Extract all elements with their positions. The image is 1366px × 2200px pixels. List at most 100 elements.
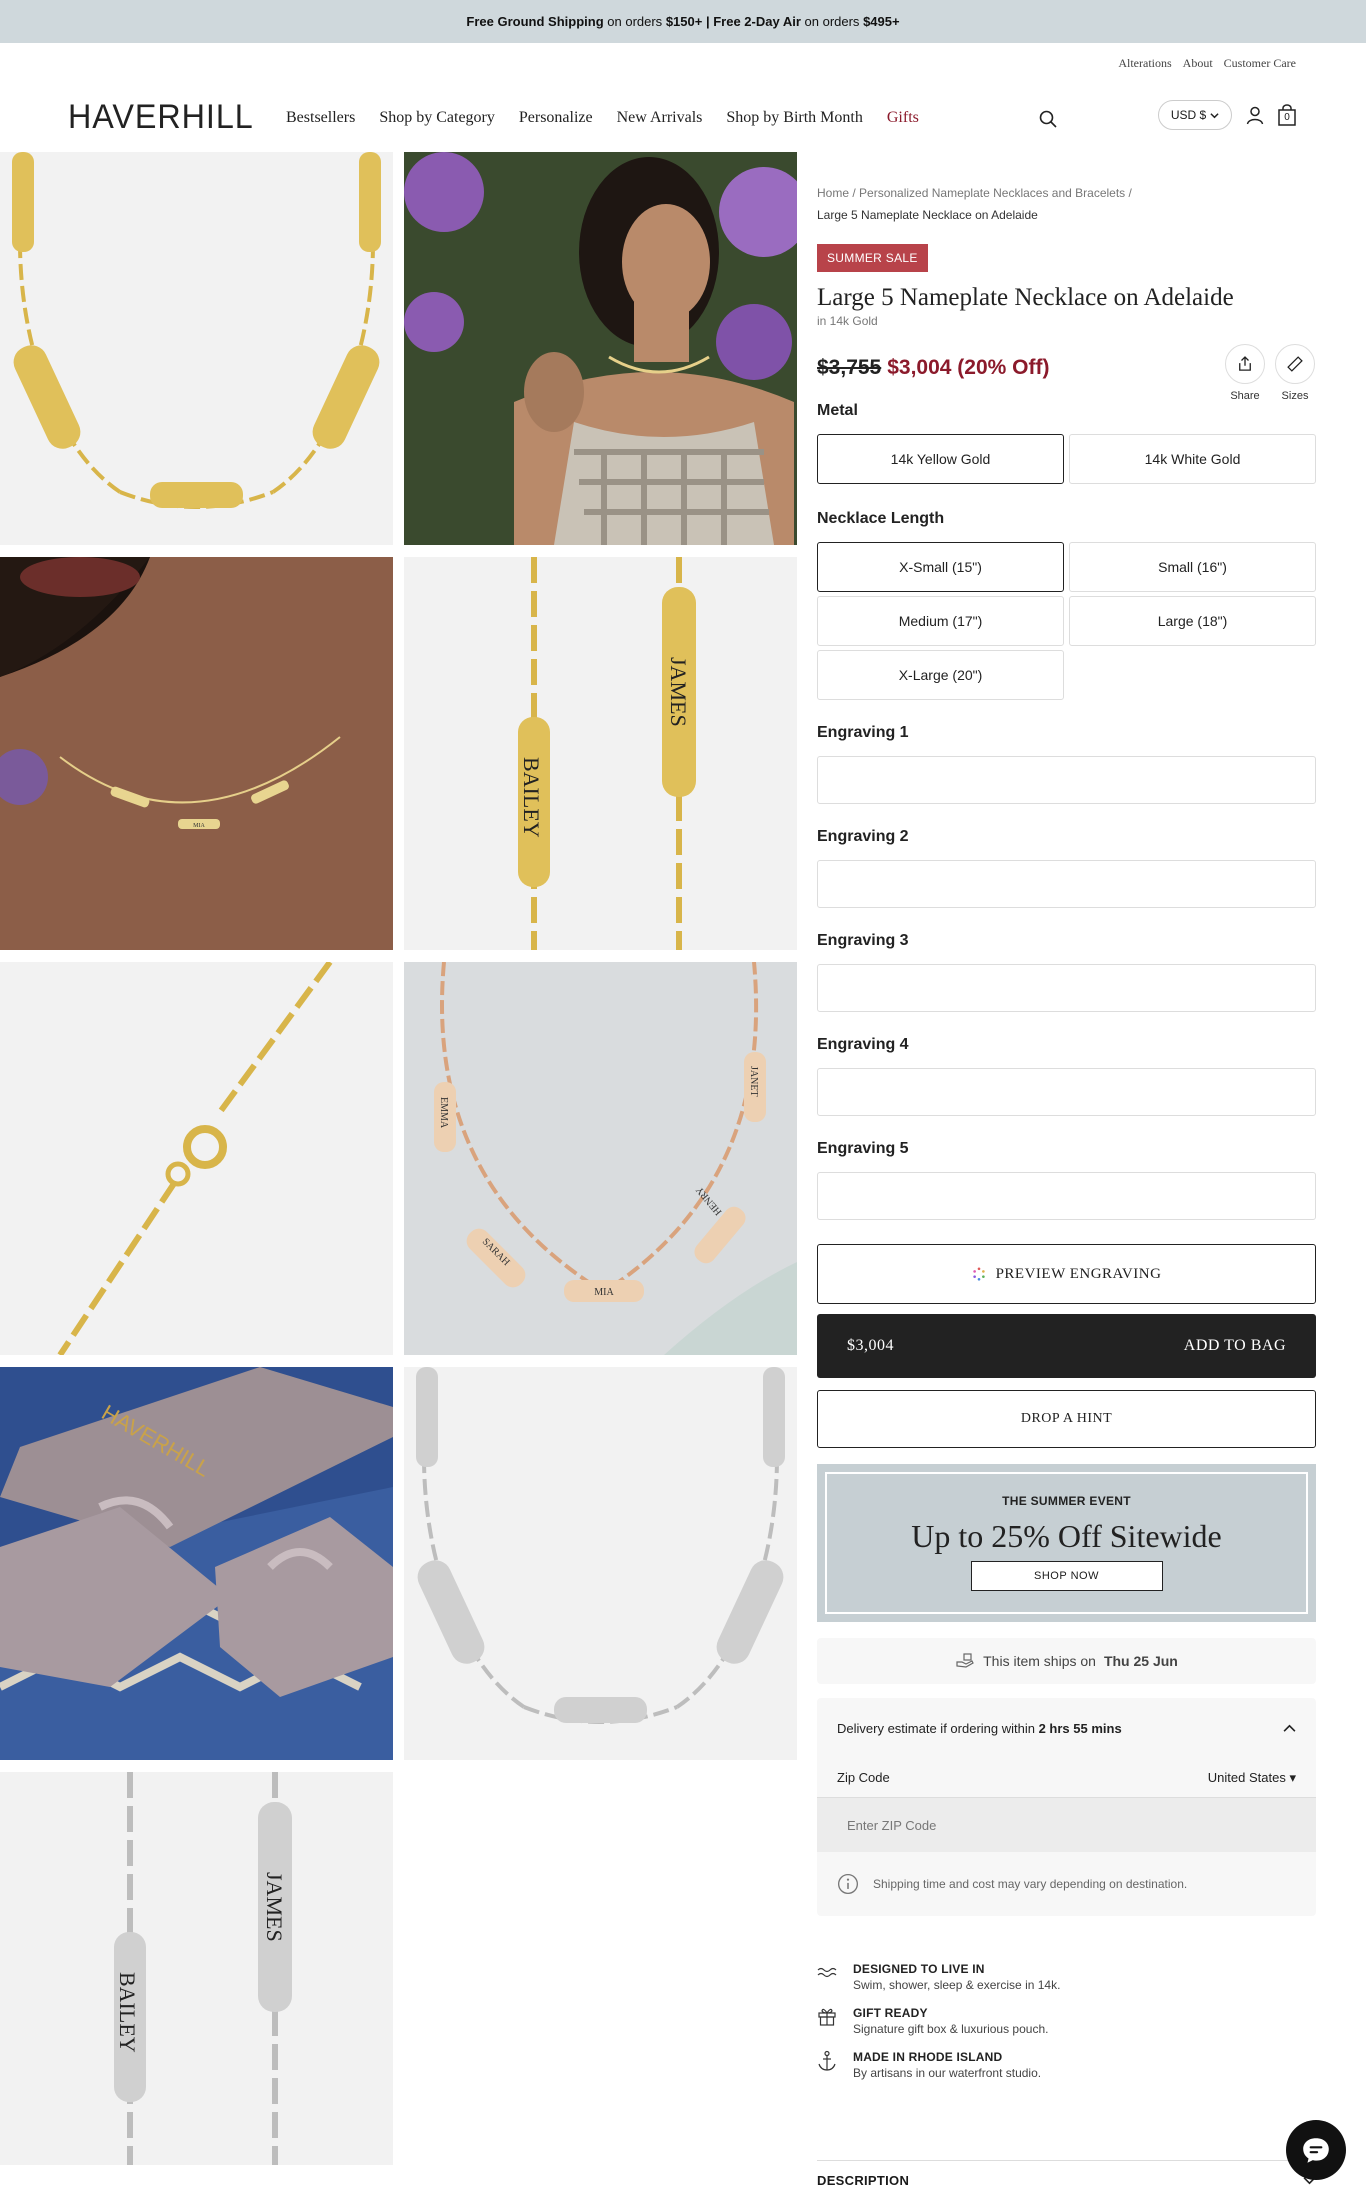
length-option-large[interactable]: Large (18"): [1069, 596, 1316, 646]
zip-label: Zip Code: [837, 1770, 890, 1785]
sizes-button[interactable]: [1275, 344, 1315, 384]
product-title: Large 5 Nameplate Necklace on Adelaide: [817, 284, 1234, 311]
engraving-3-label: Engraving 3: [817, 932, 909, 949]
zip-row: Zip Code United States ▾: [817, 1758, 1316, 1798]
feature-3-title: MADE IN RHODE ISLAND: [853, 2050, 1003, 2064]
feature-1-desc: Swim, shower, sleep & exercise in 14k.: [853, 1978, 1061, 1992]
engraving-4-input[interactable]: [817, 1068, 1316, 1116]
ships-text: This item ships on: [983, 1653, 1096, 1669]
utility-link-about[interactable]: About: [1183, 56, 1213, 71]
nav-bestsellers[interactable]: Bestsellers: [286, 109, 355, 127]
gallery-image-silver-flat[interactable]: [404, 1367, 797, 1760]
info-icon: [837, 1873, 859, 1895]
announcement-separator: |: [705, 14, 710, 29]
engraving-2-input[interactable]: [817, 860, 1316, 908]
engraving-1-input[interactable]: [817, 756, 1316, 804]
nav-personalize[interactable]: Personalize: [519, 109, 593, 127]
utility-link-customer-care[interactable]: Customer Care: [1224, 56, 1296, 71]
length-options: X-Small (15") Small (16") Medium (17") L…: [817, 542, 1316, 700]
price-sale: $3,004 (20% Off): [887, 356, 1050, 379]
description-label: DESCRIPTION: [817, 2173, 910, 2188]
preview-engraving-label: PREVIEW ENGRAVING: [995, 1265, 1162, 1282]
gallery-image-silver-pendants[interactable]: BAILEY JAMES: [0, 1772, 393, 2165]
promo-kicker: THE SUMMER EVENT: [1002, 1494, 1131, 1508]
gallery-image-rose-gold-linen[interactable]: EMMA JANET SARAH MIA HENRY: [404, 962, 797, 1355]
engraving-3-input[interactable]: [817, 964, 1316, 1012]
announcement-shipping-amount: $150+: [665, 14, 703, 29]
country-select[interactable]: United States ▾: [1208, 1770, 1296, 1786]
length-option-medium[interactable]: Medium (17"): [817, 596, 1064, 646]
breadcrumb-home[interactable]: Home: [817, 186, 849, 200]
pendant-engraving-james: JAMES: [666, 657, 691, 727]
breadcrumb-current: Large 5 Nameplate Necklace on Adelaide: [817, 208, 1038, 222]
length-option-xsmall[interactable]: X-Small (15"): [817, 542, 1064, 592]
gallery-image-clasp[interactable]: [0, 962, 393, 1355]
product-subtitle: in 14k Gold: [817, 314, 878, 328]
length-option-xlarge[interactable]: X-Large (20"): [817, 650, 1064, 700]
metal-option-white-gold[interactable]: 14k White Gold: [1069, 434, 1316, 484]
brand-logo[interactable]: HAVERHILL: [68, 98, 254, 137]
engraving-1-label: Engraving 1: [817, 724, 909, 741]
currency-label: USD $: [1170, 108, 1207, 122]
breadcrumb: Home / Personalized Nameplate Necklaces …: [817, 186, 1132, 222]
share-icon: [1239, 356, 1251, 371]
main-header: HAVERHILL Bestsellers Shop by Category P…: [0, 95, 1366, 145]
anchor-icon: [818, 2050, 836, 2071]
nav-gifts[interactable]: Gifts: [887, 109, 919, 127]
bag-icon[interactable]: 0: [1277, 104, 1297, 126]
feature-1-title: DESIGNED TO LIVE IN: [853, 1962, 985, 1976]
currency-selector[interactable]: USD $: [1158, 100, 1232, 130]
nav-shop-by-birth-month[interactable]: Shop by Birth Month: [726, 109, 862, 127]
chevron-down-icon: [1210, 112, 1219, 118]
drop-a-hint-button[interactable]: DROP A HINT: [817, 1390, 1316, 1448]
delivery-note-text: Shipping time and cost may vary dependin…: [873, 1877, 1188, 1891]
zip-input[interactable]: Enter ZIP Code: [817, 1798, 1316, 1852]
announcement-air-amount: $495+: [863, 14, 900, 29]
package-hand-icon: [956, 1653, 974, 1668]
gallery-image-neck-closeup[interactable]: MIA: [0, 557, 393, 950]
promo-inner: THE SUMMER EVENT Up to 25% Off Sitewide …: [825, 1472, 1308, 1614]
caret-down-icon: ▾: [1289, 1769, 1296, 1785]
utility-nav: Alterations About Customer Care: [1118, 56, 1296, 71]
length-option-small[interactable]: Small (16"): [1069, 542, 1316, 592]
feature-designed-to-live-in: DESIGNED TO LIVE IN Swim, shower, sleep &…: [817, 1962, 1316, 1992]
spinner-icon: [972, 1267, 985, 1281]
gallery-image-model-portrait[interactable]: [404, 152, 797, 545]
announcement-shipping-rest: on orders: [607, 14, 663, 29]
chevron-up-icon[interactable]: [1283, 1724, 1296, 1733]
share-label: Share: [1230, 390, 1260, 402]
preview-engraving-button[interactable]: PREVIEW ENGRAVING: [817, 1244, 1316, 1304]
neck-engraving-mia: MIA: [193, 823, 205, 829]
nav-new-arrivals[interactable]: New Arrivals: [617, 109, 703, 127]
gallery-image-gold-pendants[interactable]: BAILEY JAMES: [404, 557, 797, 950]
feature-2-desc: Signature gift box & luxurious pouch.: [853, 2022, 1049, 2036]
chat-button[interactable]: [1286, 2120, 1346, 2180]
promo-banner: THE SUMMER EVENT Up to 25% Off Sitewide …: [817, 1464, 1316, 1622]
engraving-5-label: Engraving 5: [817, 1140, 909, 1157]
utility-link-alterations[interactable]: Alterations: [1118, 56, 1171, 71]
metal-option-yellow-gold[interactable]: 14k Yellow Gold: [817, 434, 1064, 484]
gift-icon: [818, 2008, 836, 2026]
gallery-image-gold-flat[interactable]: [0, 152, 393, 545]
waves-icon: [817, 1967, 837, 1978]
announcement-air-rest: on orders: [804, 14, 860, 29]
add-to-bag-button[interactable]: $3,004 ADD TO BAG: [817, 1314, 1316, 1378]
metal-options: 14k Yellow Gold 14k White Gold: [817, 434, 1316, 484]
account-icon[interactable]: [1245, 105, 1265, 125]
breadcrumb-category[interactable]: Personalized Nameplate Necklaces and Bra…: [859, 186, 1125, 200]
ruler-icon: [1287, 356, 1303, 372]
description-accordion[interactable]: DESCRIPTION: [817, 2160, 1316, 2200]
share-button[interactable]: [1225, 344, 1265, 384]
delivery-estimate-header[interactable]: Delivery estimate if ordering within 2 h…: [817, 1698, 1316, 1758]
promo-shop-now-button[interactable]: SHOP NOW: [970, 1561, 1163, 1591]
gallery-image-gift-boxes[interactable]: HAVERHILL: [0, 1367, 393, 1760]
delivery-note: Shipping time and cost may vary dependin…: [817, 1852, 1316, 1916]
engraving-5-input[interactable]: [817, 1172, 1316, 1220]
search-icon[interactable]: [1038, 109, 1058, 129]
nav-shop-by-category[interactable]: Shop by Category: [379, 109, 495, 127]
delivery-estimate-text: Delivery estimate if ordering within: [837, 1720, 1035, 1736]
delivery-estimate-time: 2 hrs 55 mins: [1038, 1720, 1122, 1736]
feature-3-desc: By artisans in our waterfront studio.: [853, 2066, 1042, 2080]
add-to-bag-label: ADD TO BAG: [1183, 1337, 1286, 1354]
price-original: $3,755: [817, 356, 882, 379]
